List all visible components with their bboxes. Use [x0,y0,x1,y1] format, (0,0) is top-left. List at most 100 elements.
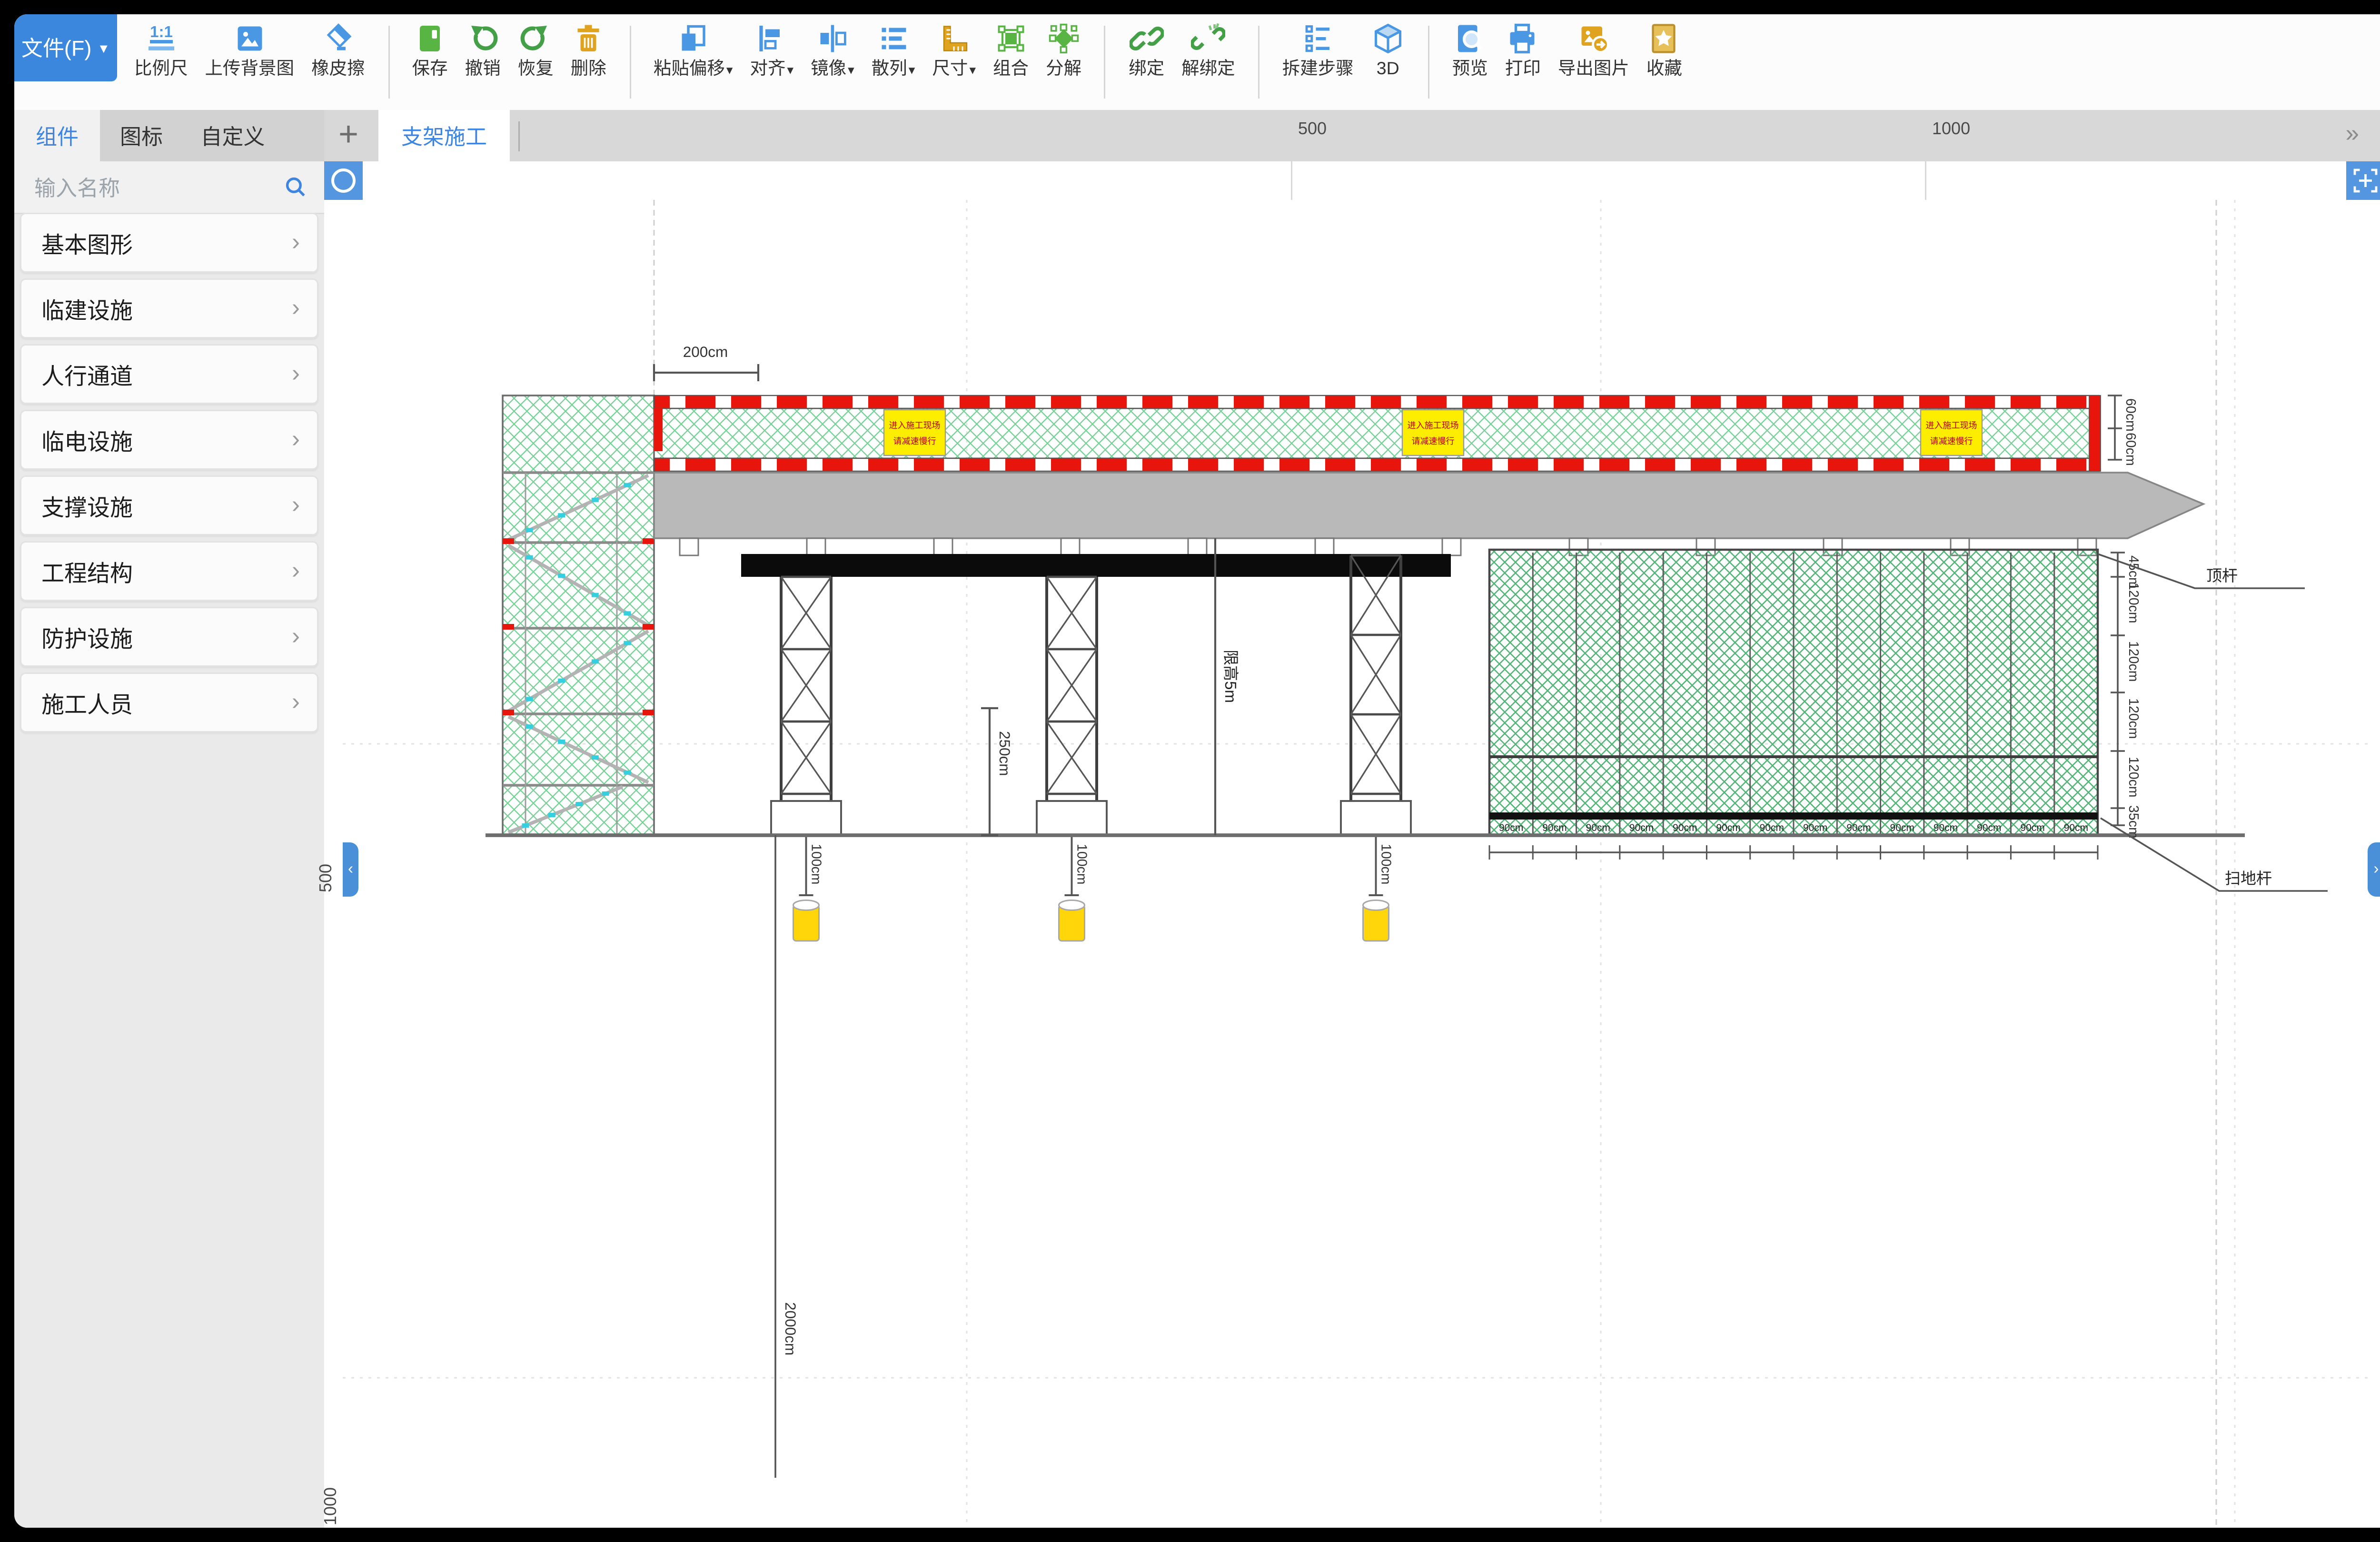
bind-button[interactable]: 绑定 [1120,14,1173,110]
svg-text:90cm: 90cm [1542,822,1567,833]
paste-offset-button[interactable]: 粘贴偏移 [645,14,742,110]
tab-custom[interactable]: 自定义 [183,110,283,161]
redo-icon [518,21,553,56]
marker-drum[interactable] [1363,900,1389,941]
collapse-sidebar-handle[interactable]: ‹ [343,842,358,897]
warning-sign[interactable]: 进入施工现场 请减速慢行 [1402,410,1464,455]
tab-icons[interactable]: 图标 [100,110,183,161]
toolbar-divider [1104,26,1106,99]
upload-background-button[interactable]: 上传背景图 [197,14,303,110]
printer-icon [1506,21,1540,56]
dimension-banner-height [2108,395,2122,460]
sidebar-item-protective-facilities[interactable]: 防护设施› [20,607,318,667]
redo-button[interactable]: 恢复 [509,14,562,110]
wall-dimension-chain [2111,553,2125,825]
pier-columns[interactable]: 100cm 100cm 100cm [771,555,1411,941]
svg-text:90cm: 90cm [1846,822,1871,833]
ruler-tick [1925,161,1926,200]
save-button[interactable]: 保存 [404,14,456,110]
eraser-icon [321,21,355,56]
build-steps-button[interactable]: 拆建步骤 [1274,14,1362,110]
warning-sign[interactable]: 进入施工现场 请减速慢行 [1921,410,1982,455]
delete-button[interactable]: 删除 [562,14,615,110]
mirror-button[interactable]: 镜像 [802,14,863,110]
tab-separator [518,121,520,151]
cube-icon [1371,21,1405,56]
print-button[interactable]: 打印 [1497,14,1549,110]
ruler-origin-button[interactable] [324,161,363,200]
group-icon [994,21,1028,56]
svg-text:请减速慢行: 请减速慢行 [893,436,936,446]
dimension-100cm: 100cm [1369,835,1394,895]
chevron-right-icon: › [292,228,300,257]
mirror-icon [815,21,850,56]
sidebar-item-temp-power[interactable]: 临电设施› [20,410,318,470]
svg-text:90cm: 90cm [1890,822,1914,833]
wall-bottom-dimension [1489,845,2098,860]
dimension-button[interactable]: 尺寸 [923,14,984,110]
scatter-icon [876,21,911,56]
warning-sign[interactable]: 进入施工现场 请减速慢行 [884,410,945,455]
group-button[interactable]: 组合 [984,14,1037,110]
more-tabs-icon[interactable]: » [2346,120,2359,148]
marker-drum[interactable] [793,900,819,941]
svg-text:200cm: 200cm [683,343,728,360]
component-category-list: 基本图形› 临建设施› 人行通道› 临电设施› 支撑设施› 工程结构› 防护设施… [14,213,324,738]
search-icon[interactable] [284,176,307,198]
favorite-button[interactable]: 收藏 [1638,14,1691,110]
lattice-pier-column[interactable] [1037,577,1107,835]
document-tab[interactable]: 支架施工 [378,110,510,161]
svg-text:请减速慢行: 请减速慢行 [1930,436,1973,446]
scatter-button[interactable]: 散列 [863,14,924,110]
lattice-pier-column[interactable] [1341,555,1411,835]
dimension-250cm[interactable]: 250cm [981,708,1013,835]
threed-button[interactable]: 3D [1362,14,1414,110]
component-search[interactable]: 输入名称 [14,161,324,214]
canvas-area: + 支架施工 » 500 1000 1500 500 1000 [324,110,2380,1528]
origin-icon [331,168,356,193]
export-image-button[interactable]: 导出图片 [1549,14,1638,110]
add-document-button[interactable]: + [338,117,358,154]
svg-text:90cm: 90cm [1803,822,1827,833]
preview-button[interactable]: 预览 [1444,14,1497,110]
overhead-safety-banner[interactable] [654,395,2101,471]
scaffold-stair-tower[interactable] [503,395,654,835]
fit-view-button[interactable] [2346,161,2380,200]
svg-text:100cm: 100cm [1378,844,1394,885]
dimension-200cm[interactable]: 200cm [654,343,758,381]
collapse-panel-handle[interactable]: › [2368,842,2380,897]
drawing-paper[interactable]: 200cm [343,200,2380,1528]
tab-components[interactable]: 组件 [14,110,100,161]
file-menu-button[interactable]: 文件(F) ▼ [14,14,117,81]
toolbar-group-bind: 绑定 解绑定 [1111,14,1252,110]
svg-text:1:1: 1:1 [149,23,172,40]
lattice-pier-column[interactable] [771,577,841,835]
star-icon [1647,21,1681,56]
chevron-right-icon: › [292,623,300,651]
sidebar-item-temp-facilities[interactable]: 临建设施› [20,278,318,338]
document-tab-bar: + 支架施工 » [324,110,2380,161]
undo-button[interactable]: 撤销 [456,14,509,110]
unbind-button[interactable]: 解绑定 [1173,14,1244,110]
ungroup-button[interactable]: 分解 [1037,14,1090,110]
sidebar-item-basic-shapes[interactable]: 基本图形› [20,213,318,273]
align-button[interactable]: 对齐 [741,14,802,110]
scaffold-mesh-wall[interactable]: 90cm90cm90cm90cm90cm90cm90cm90cm90cm90cm… [1489,550,2098,835]
chevron-right-icon: › [292,557,300,585]
height-limit-line[interactable]: 限高5m [1215,538,1240,835]
pier-cap-beam[interactable] [741,554,1451,577]
bridge-deck-girder[interactable] [654,473,2203,538]
marker-drum[interactable] [1059,900,1085,941]
eraser-button[interactable]: 橡皮擦 [303,14,374,110]
dimension-100cm: 100cm [1065,835,1090,895]
svg-text:60cm: 60cm [2123,398,2138,432]
sidebar-item-construction-workers[interactable]: 施工人员› [20,672,318,732]
svg-text:90cm: 90cm [1586,822,1610,833]
svg-text:100cm: 100cm [808,844,823,885]
scale-ruler-button[interactable]: 1:1 比例尺 [126,14,197,110]
sidebar-item-support-facilities[interactable]: 支撑设施› [20,475,318,535]
file-menu-label: 文件(F) [21,33,91,63]
sidebar-item-engineering-structure[interactable]: 工程结构› [20,541,318,601]
vertical-ruler: 500 1000 [324,200,344,1528]
sidebar-item-pedestrian-passage[interactable]: 人行通道› [20,344,318,404]
